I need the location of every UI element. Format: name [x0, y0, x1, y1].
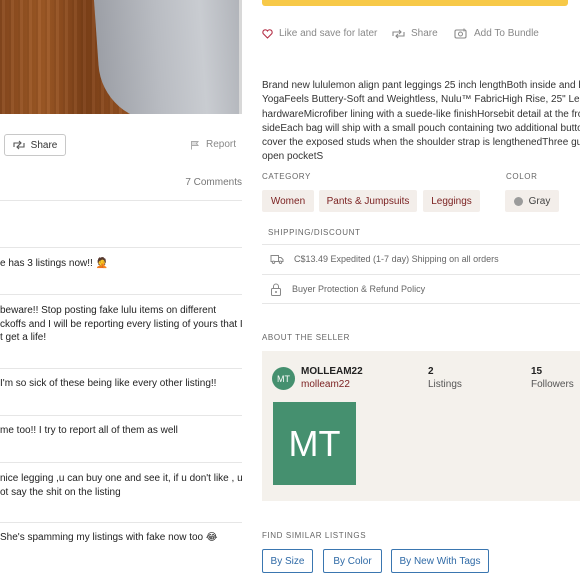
comment-text: She's spamming my listings with fake now… [0, 532, 218, 543]
comment-text: beware!! Stop posting fake lulu items on… [0, 305, 243, 343]
shipping-row: C$13.49 Expedited (1-7 day) Shipping on … [262, 244, 580, 273]
followers-count: 15 [531, 366, 543, 377]
bundle-icon [454, 28, 468, 39]
buyer-protection-row[interactable]: Buyer Protection & Refund Policy [262, 274, 580, 304]
photo-edge [239, 0, 242, 114]
share-listing-label: Share [411, 28, 438, 39]
listing-description: Brand new lululemon align pant leggings … [262, 80, 580, 163]
legging-image [93, 0, 242, 114]
buy-now-button[interactable] [262, 0, 568, 6]
color-label: Color [506, 172, 538, 181]
divider [0, 462, 242, 463]
by-color-button[interactable]: By Color [323, 549, 382, 573]
truck-icon [270, 254, 284, 264]
category-chip-women[interactable]: Women [262, 190, 314, 212]
seller-name[interactable]: MOLLEAM22 [301, 366, 363, 377]
category-chip-leggings[interactable]: Leggings [423, 190, 480, 212]
category-label: Category [262, 172, 311, 181]
lock-icon [270, 283, 282, 296]
color-value: Gray [528, 195, 551, 207]
by-size-button[interactable]: By Size [262, 549, 313, 573]
divider [0, 368, 242, 369]
divider [0, 415, 242, 416]
seller-handle[interactable]: molleam22 [301, 379, 350, 390]
followers-label[interactable]: Followers [531, 379, 574, 390]
share-button[interactable]: Share [4, 134, 66, 156]
buyer-protection-text: Buyer Protection & Refund Policy [292, 284, 426, 294]
divider [0, 247, 242, 248]
seller-avatar-small[interactable]: MT [272, 367, 295, 390]
about-seller-label: About the seller [262, 333, 350, 342]
listings-label[interactable]: Listings [428, 379, 462, 390]
comment-text: e has 3 listings now!! 🤦 [0, 258, 109, 269]
share-listing-button[interactable]: Share [392, 28, 438, 39]
shipping-label: Shipping/Discount [268, 228, 361, 237]
like-button[interactable]: Like and save for later [262, 28, 377, 39]
divider [0, 522, 242, 523]
category-chip-pants[interactable]: Pants & Jumpsuits [319, 190, 417, 212]
comments-count: 7 Comments [185, 177, 242, 188]
share-icon [392, 29, 405, 39]
heart-icon [262, 28, 273, 39]
report-label: Report [206, 139, 237, 150]
comment-text: nice legging ,u can buy one and see it, … [0, 473, 243, 498]
bundle-label: Add To Bundle [474, 28, 539, 39]
shipping-text: C$13.49 Expedited (1-7 day) Shipping on … [294, 254, 499, 264]
flag-icon [190, 140, 200, 150]
by-new-with-tags-button[interactable]: By New With Tags [391, 549, 489, 573]
divider [0, 294, 242, 295]
seller-avatar-large[interactable]: MT [273, 402, 356, 485]
report-link[interactable]: Report [190, 139, 236, 150]
listings-count: 2 [428, 366, 434, 377]
share-button-label: Share [30, 139, 58, 151]
listing-photo[interactable] [0, 0, 242, 114]
add-to-bundle-button[interactable]: Add To Bundle [454, 28, 539, 39]
color-chip-gray[interactable]: Gray [505, 190, 559, 212]
like-label: Like and save for later [279, 28, 378, 39]
color-swatch-icon [513, 196, 523, 206]
comment-text: I'm so sick of these being like every ot… [0, 378, 217, 389]
find-similar-label: Find similar listings [262, 531, 367, 540]
share-icon [13, 140, 25, 150]
seller-card: MT MOLLEAM22 molleam22 2 Listings 15 Fol… [262, 351, 580, 501]
comment-text: me too!! I try to report all of them as … [0, 425, 178, 436]
divider [0, 200, 242, 201]
